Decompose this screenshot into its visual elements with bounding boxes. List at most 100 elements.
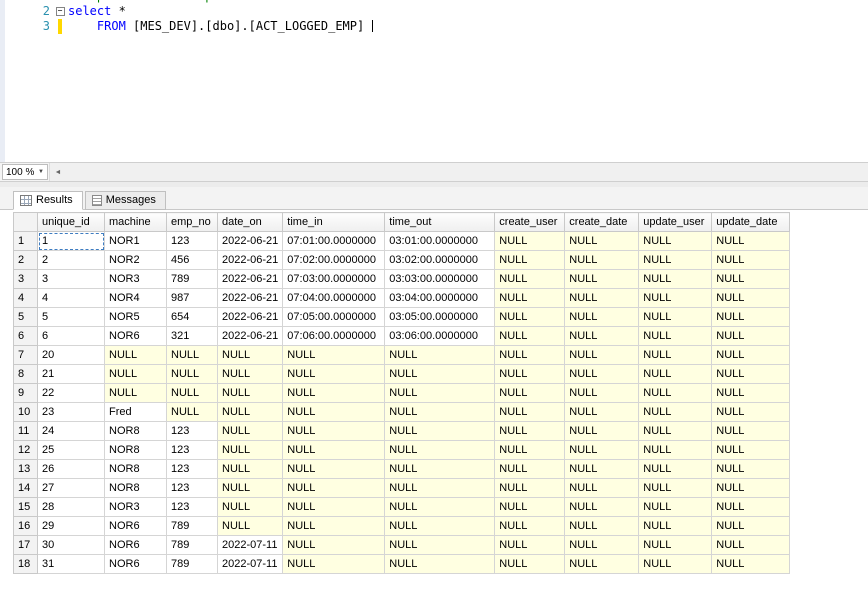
cell-unique_id[interactable]: 1 xyxy=(38,232,105,251)
cell-unique_id[interactable]: 22 xyxy=(38,384,105,403)
cell-update_user[interactable]: NULL xyxy=(639,346,712,365)
cell-time_out[interactable]: 03:06:00.0000000 xyxy=(385,327,495,346)
row-header[interactable]: 12 xyxy=(14,441,38,460)
cell-create_date[interactable]: NULL xyxy=(565,365,639,384)
row-header[interactable]: 17 xyxy=(14,536,38,555)
cell-machine[interactable]: Fred xyxy=(105,403,167,422)
cell-update_user[interactable]: NULL xyxy=(639,422,712,441)
cell-update_user[interactable]: NULL xyxy=(639,460,712,479)
row-header[interactable]: 15 xyxy=(14,498,38,517)
cell-update_date[interactable]: NULL xyxy=(712,422,790,441)
cell-time_out[interactable]: NULL xyxy=(385,536,495,555)
cell-date_on[interactable]: NULL xyxy=(218,441,283,460)
scroll-left-icon[interactable]: ◄ xyxy=(50,169,66,176)
cell-emp_no[interactable]: 456 xyxy=(167,251,218,270)
cell-time_in[interactable]: NULL xyxy=(283,422,385,441)
cell-time_out[interactable]: NULL xyxy=(385,479,495,498)
row-header[interactable]: 10 xyxy=(14,403,38,422)
select-all-corner[interactable] xyxy=(14,213,38,232)
cell-emp_no[interactable]: 789 xyxy=(167,536,218,555)
cell-time_in[interactable]: NULL xyxy=(283,555,385,574)
cell-machine[interactable]: NOR8 xyxy=(105,441,167,460)
cell-emp_no[interactable]: NULL xyxy=(167,365,218,384)
row-header[interactable]: 3 xyxy=(14,270,38,289)
cell-emp_no[interactable]: 123 xyxy=(167,460,218,479)
horizontal-scrollbar[interactable]: ◄ xyxy=(49,163,868,181)
cell-update_date[interactable]: NULL xyxy=(712,251,790,270)
row-header[interactable]: 13 xyxy=(14,460,38,479)
cell-unique_id[interactable]: 31 xyxy=(38,555,105,574)
cell-emp_no[interactable]: NULL xyxy=(167,384,218,403)
fold-collapse-icon[interactable]: − xyxy=(56,7,65,16)
cell-unique_id[interactable]: 3 xyxy=(38,270,105,289)
cell-time_in[interactable]: NULL xyxy=(283,536,385,555)
cell-create_user[interactable]: NULL xyxy=(495,422,565,441)
column-header-date_on[interactable]: date_on xyxy=(218,213,283,232)
cell-update_date[interactable]: NULL xyxy=(712,479,790,498)
cell-time_in[interactable]: NULL xyxy=(283,441,385,460)
cell-update_user[interactable]: NULL xyxy=(639,517,712,536)
cell-create_user[interactable]: NULL xyxy=(495,517,565,536)
cell-machine[interactable]: NULL xyxy=(105,384,167,403)
row-header[interactable]: 8 xyxy=(14,365,38,384)
sql-editor[interactable]: Script for SelectTopNRows command from S… xyxy=(0,0,868,162)
cell-time_in[interactable]: NULL xyxy=(283,346,385,365)
cell-time_in[interactable]: NULL xyxy=(283,498,385,517)
cell-update_user[interactable]: NULL xyxy=(639,365,712,384)
cell-time_out[interactable]: NULL xyxy=(385,422,495,441)
cell-date_on[interactable]: 2022-06-21 xyxy=(218,251,283,270)
cell-update_user[interactable]: NULL xyxy=(639,270,712,289)
cell-create_date[interactable]: NULL xyxy=(565,517,639,536)
cell-create_user[interactable]: NULL xyxy=(495,536,565,555)
cell-date_on[interactable]: 2022-06-21 xyxy=(218,232,283,251)
cell-time_in[interactable]: NULL xyxy=(283,460,385,479)
cell-unique_id[interactable]: 21 xyxy=(38,365,105,384)
cell-time_in[interactable]: NULL xyxy=(283,403,385,422)
cell-update_date[interactable]: NULL xyxy=(712,270,790,289)
cell-emp_no[interactable]: NULL xyxy=(167,346,218,365)
cell-date_on[interactable]: 2022-07-11 xyxy=(218,536,283,555)
cell-emp_no[interactable]: 789 xyxy=(167,555,218,574)
cell-unique_id[interactable]: 30 xyxy=(38,536,105,555)
cell-unique_id[interactable]: 5 xyxy=(38,308,105,327)
cell-update_date[interactable]: NULL xyxy=(712,536,790,555)
row-header[interactable]: 18 xyxy=(14,555,38,574)
column-header-create_user[interactable]: create_user xyxy=(495,213,565,232)
cell-emp_no[interactable]: 123 xyxy=(167,441,218,460)
cell-update_user[interactable]: NULL xyxy=(639,498,712,517)
cell-date_on[interactable]: NULL xyxy=(218,346,283,365)
cell-update_date[interactable]: NULL xyxy=(712,555,790,574)
cell-update_date[interactable]: NULL xyxy=(712,365,790,384)
cell-create_date[interactable]: NULL xyxy=(565,289,639,308)
cell-create_user[interactable]: NULL xyxy=(495,365,565,384)
cell-emp_no[interactable]: 123 xyxy=(167,498,218,517)
cell-date_on[interactable]: NULL xyxy=(218,498,283,517)
cell-update_date[interactable]: NULL xyxy=(712,384,790,403)
cell-update_user[interactable]: NULL xyxy=(639,555,712,574)
cell-machine[interactable]: NOR8 xyxy=(105,460,167,479)
cell-emp_no[interactable]: NULL xyxy=(167,403,218,422)
row-header[interactable]: 1 xyxy=(14,232,38,251)
cell-emp_no[interactable]: 654 xyxy=(167,308,218,327)
cell-create_date[interactable]: NULL xyxy=(565,327,639,346)
cell-create_date[interactable]: NULL xyxy=(565,232,639,251)
column-header-time_out[interactable]: time_out xyxy=(385,213,495,232)
cell-update_date[interactable]: NULL xyxy=(712,517,790,536)
cell-time_in[interactable]: 07:03:00.0000000 xyxy=(283,270,385,289)
cell-create_user[interactable]: NULL xyxy=(495,460,565,479)
cell-machine[interactable]: NOR3 xyxy=(105,498,167,517)
cell-update_date[interactable]: NULL xyxy=(712,327,790,346)
cell-time_out[interactable]: NULL xyxy=(385,498,495,517)
cell-date_on[interactable]: 2022-06-21 xyxy=(218,327,283,346)
cell-time_in[interactable]: NULL xyxy=(283,365,385,384)
cell-time_in[interactable]: 07:06:00.0000000 xyxy=(283,327,385,346)
cell-update_date[interactable]: NULL xyxy=(712,289,790,308)
cell-create_date[interactable]: NULL xyxy=(565,441,639,460)
cell-emp_no[interactable]: 789 xyxy=(167,517,218,536)
cell-machine[interactable]: NOR2 xyxy=(105,251,167,270)
cell-machine[interactable]: NOR6 xyxy=(105,536,167,555)
cell-create_date[interactable]: NULL xyxy=(565,251,639,270)
cell-create_user[interactable]: NULL xyxy=(495,232,565,251)
cell-create_date[interactable]: NULL xyxy=(565,422,639,441)
cell-emp_no[interactable]: 789 xyxy=(167,270,218,289)
